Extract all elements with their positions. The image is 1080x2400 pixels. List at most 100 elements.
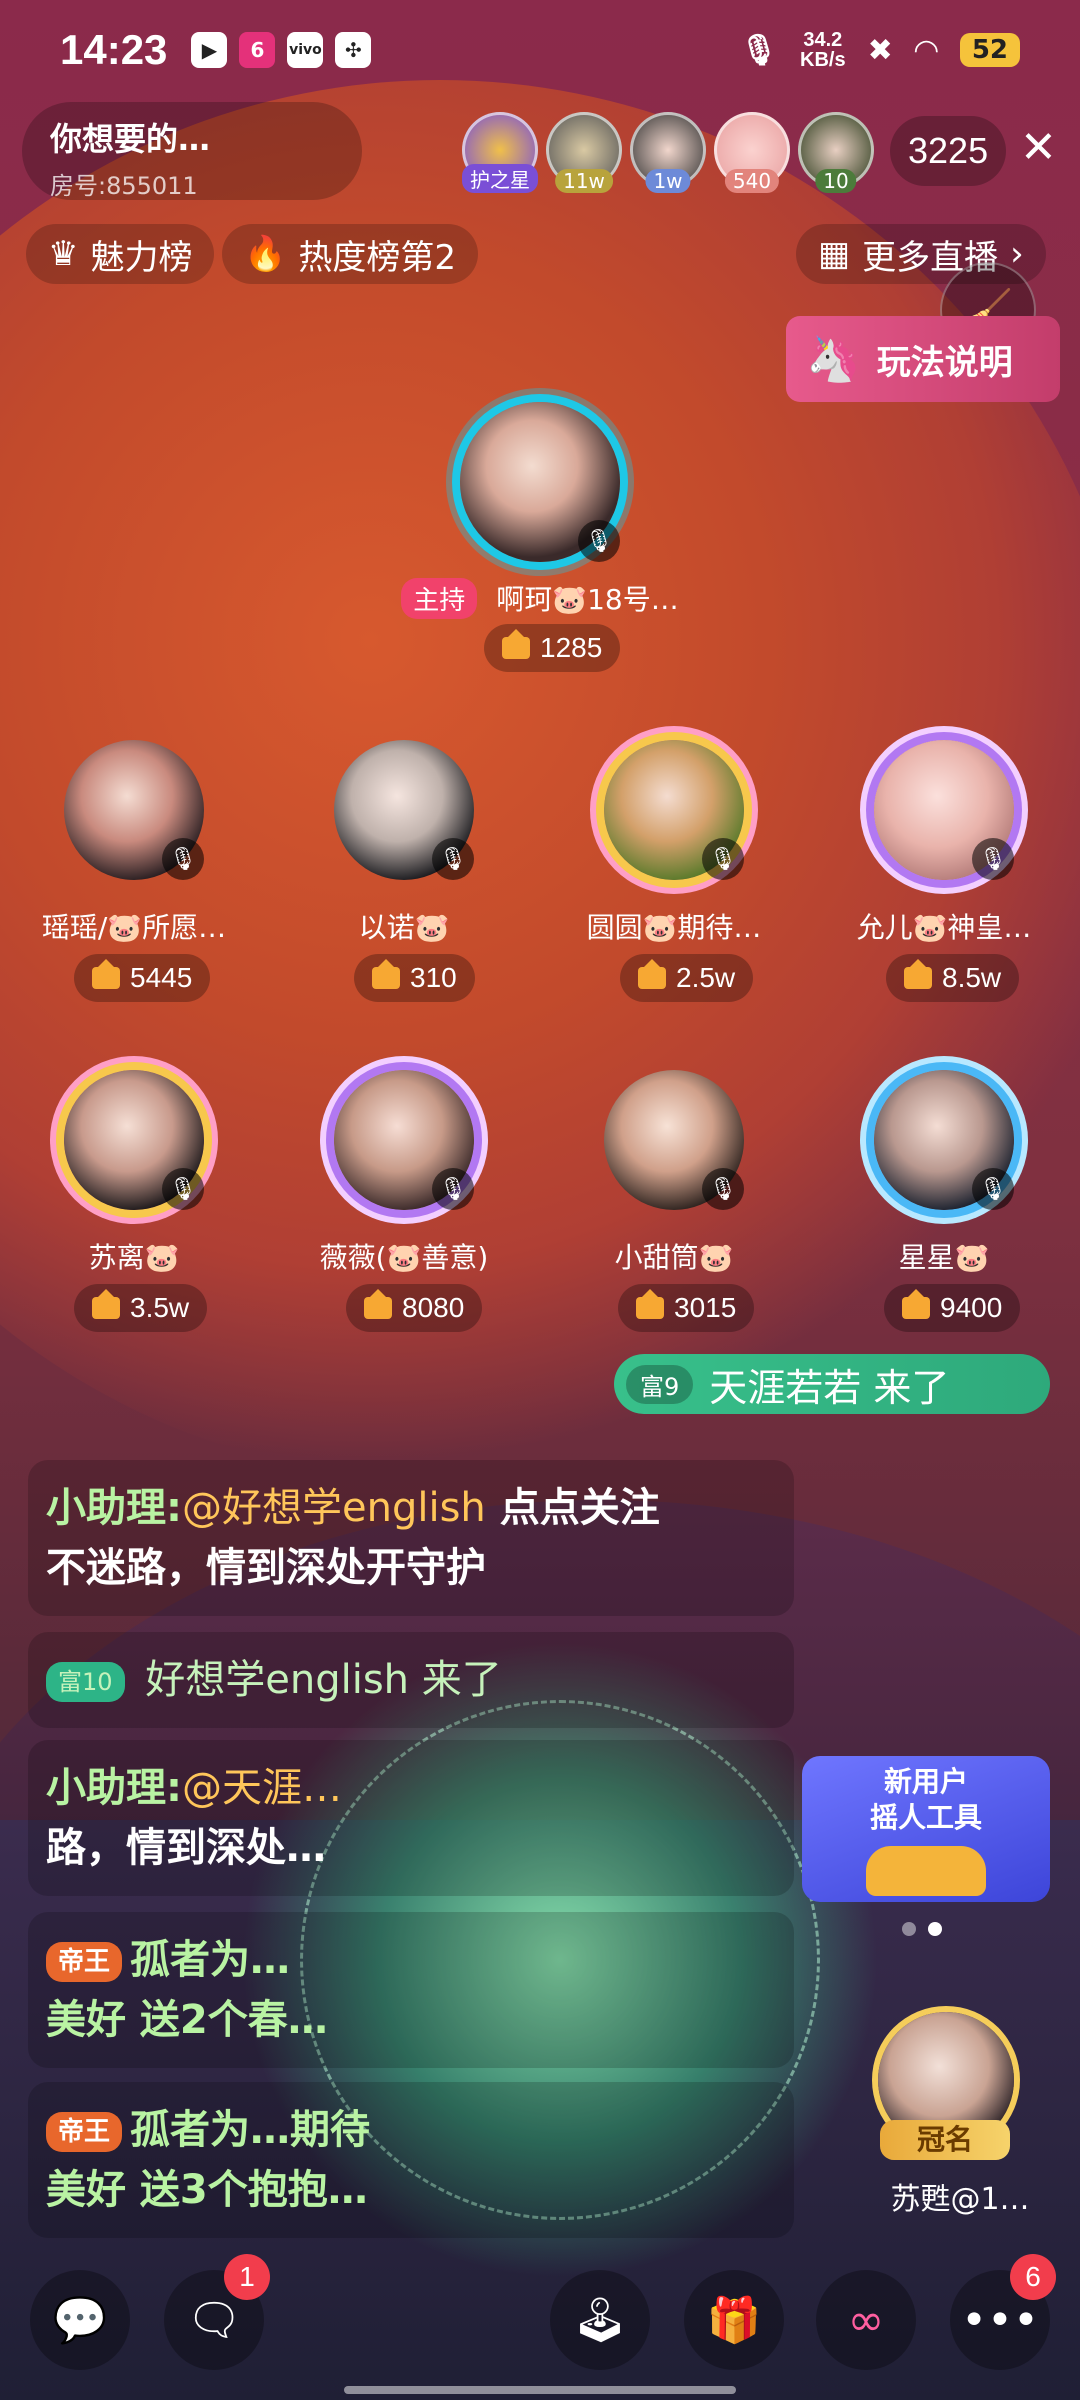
emperor-badge: 帝王	[46, 2112, 123, 2152]
seat-avatar[interactable]: 🎙	[604, 1070, 744, 1210]
seat-avatar[interactable]: 🎙	[64, 740, 204, 880]
seat-avatar[interactable]: 🎙	[64, 1070, 204, 1210]
crown-score-icon	[502, 629, 530, 659]
seat-score: 310	[354, 954, 475, 1002]
contributor-avatar[interactable]: 11w	[546, 112, 622, 193]
link-button[interactable]: ∞	[816, 2270, 916, 2370]
mic-muted-icon: 🎙	[702, 838, 744, 880]
game-button[interactable]: 🕹	[550, 2270, 650, 2370]
entrance-banner: 富9 天涯若若 来了	[614, 1354, 1050, 1414]
contributor-avatar[interactable]: 540	[714, 112, 790, 193]
bottom-bar: 💬 🗨 1 🕹 🎁 ∞ ••• 6	[0, 2254, 1080, 2380]
seat-score: 8.5w	[886, 954, 1020, 1002]
seat-avatar[interactable]: 🎙	[874, 740, 1014, 880]
seat-3[interactable]: 🎙 圆圆🐷期待…	[574, 740, 774, 946]
seat-name: 星星🐷	[898, 1241, 990, 1274]
carousel-dots	[902, 1922, 942, 1936]
contributor-avatar[interactable]: 护之星	[462, 112, 538, 193]
rules-button[interactable]: 🦄 玩法说明	[786, 316, 1060, 402]
seat-2[interactable]: 🎙 以诺🐷	[304, 740, 504, 946]
seat-name: 圆圆🐷期待…	[586, 911, 762, 944]
room-id: 房号:855011	[50, 172, 198, 200]
seat-5[interactable]: 🎙 苏离🐷	[34, 1070, 234, 1276]
wealth-level-badge: 富9	[626, 1364, 694, 1404]
chat-bubble-icon: 💬	[52, 2295, 108, 2346]
seat-name: 以诺🐷	[358, 911, 450, 944]
battery-indicator: 52	[959, 33, 1020, 67]
mic-muted-icon: 🎙	[432, 1168, 474, 1210]
more-icon: •••	[961, 2294, 1039, 2346]
room-title: 你想要的…	[50, 120, 211, 158]
viewer-count[interactable]: 3225	[890, 116, 1007, 186]
host-name: 啊珂🐷18号…	[496, 583, 679, 616]
seat-name: 小甜筒🐷	[614, 1241, 734, 1274]
rocking-horse-icon: 🦄	[806, 334, 861, 385]
message-icon: 🗨	[186, 2295, 242, 2346]
sponsor-name: 苏甦@1…	[890, 2182, 1030, 2217]
video-app-icon: ▶	[191, 32, 228, 68]
message-badge: 1	[224, 2254, 270, 2300]
flame-icon: 🔥	[244, 234, 287, 274]
link-icon: ∞	[847, 2294, 885, 2346]
more-button[interactable]: ••• 6	[950, 2254, 1056, 2370]
gift-icon: 🎁	[706, 2295, 762, 2346]
seat-4[interactable]: 🎙 允儿🐷神皇…	[844, 740, 1044, 946]
seat-8[interactable]: 🎙 星星🐷	[844, 1070, 1044, 1276]
seat-score: 8080	[346, 1284, 483, 1332]
home-indicator[interactable]	[344, 2386, 736, 2394]
host-avatar[interactable]: 🎙	[460, 402, 620, 562]
wifi-icon: ◠	[914, 32, 938, 68]
contributor-avatar[interactable]: 10	[798, 112, 874, 193]
chat-message[interactable]: 富10 好想学english 来了	[28, 1632, 794, 1728]
grid-icon: ▦	[818, 234, 851, 274]
heat-rank-chip[interactable]: 🔥 热度榜第2	[222, 224, 478, 284]
host-label: 主持 啊珂🐷18号…	[0, 578, 1080, 619]
gift-button[interactable]: 🎁	[684, 2270, 784, 2370]
seat-avatar[interactable]: 🎙	[604, 740, 744, 880]
close-icon[interactable]: ✕	[1020, 122, 1057, 173]
seat-7[interactable]: 🎙 小甜筒🐷	[574, 1070, 774, 1276]
wealth-level-badge: 富10	[46, 1662, 125, 1702]
mic-muted-icon: 🎙	[432, 838, 474, 880]
pinwheel-icon: ✣	[335, 32, 372, 68]
vivo-icon: vivo	[287, 32, 324, 68]
seat-6[interactable]: 🎙 薇薇(🐷善意)	[304, 1070, 504, 1276]
charm-rank-chip[interactable]: ♛ 魅力榜	[26, 224, 215, 284]
seat-name: 允儿🐷神皇…	[856, 911, 1032, 944]
messages-button[interactable]: 🗨 1	[164, 2254, 270, 2370]
chat-input-button[interactable]: 💬	[30, 2270, 130, 2370]
more-badge: 6	[1010, 2254, 1056, 2300]
app-6-icon: 6	[239, 32, 276, 68]
seat-score: 3.5w	[74, 1284, 208, 1332]
seat-name: 苏离🐷	[88, 1241, 180, 1274]
seat-name: 薇薇(🐷善意)	[319, 1241, 489, 1274]
chat-message[interactable]: 帝王 孤者为… 美好 送2个春…	[28, 1912, 794, 2068]
host-score: 1285	[484, 624, 621, 672]
sponsor-badge: 冠名	[880, 2120, 1010, 2160]
new-user-promo[interactable]: 新用户 摇人工具	[802, 1756, 1050, 1902]
net-speed: 34.2 KB/s	[800, 29, 846, 71]
chat-message[interactable]: 小助理:@好想学english 点点关注 不迷路，情到深处开守护	[28, 1460, 794, 1616]
seat-avatar[interactable]: 🎙	[334, 740, 474, 880]
mic-muted-icon: 🎙	[702, 1168, 744, 1210]
mic-muted-icon: 🎙	[972, 838, 1014, 880]
seat-score: 5445	[74, 954, 211, 1002]
room-info-card[interactable]: 你想要的… 房号:855011	[22, 102, 362, 200]
contributor-avatar[interactable]: 1w	[630, 112, 706, 193]
seat-avatar[interactable]: 🎙	[334, 1070, 474, 1210]
seat-1[interactable]: 🎙 瑶瑶/🐷所愿…	[34, 740, 234, 946]
status-time: 14:23	[60, 26, 168, 73]
status-bar: 14:23 ▶ 6 vivo ✣ 🎙 34.2 KB/s ✖ ◠ 52	[0, 0, 1080, 100]
chat-message[interactable]: 帝王 孤者为…期待 美好 送3个抱抱…	[28, 2082, 794, 2238]
mic-muted-icon: 🎙	[162, 838, 204, 880]
mic-muted-icon: 🎙	[162, 1168, 204, 1210]
crown-icon: ♛	[48, 234, 79, 274]
chat-message[interactable]: 小助理:@天涯… 路，情到深处…	[28, 1740, 794, 1896]
mic-muted-icon: 🎙	[972, 1168, 1014, 1210]
seat-avatar[interactable]: 🎙	[874, 1070, 1014, 1210]
gacha-machine-icon	[866, 1846, 986, 1896]
emperor-badge: 帝王	[46, 1942, 123, 1982]
mic-icon: 🎙	[578, 520, 620, 562]
microphone-icon: 🎙	[739, 32, 779, 68]
top-contributors: 护之星 11w 1w 540 10	[462, 112, 874, 193]
